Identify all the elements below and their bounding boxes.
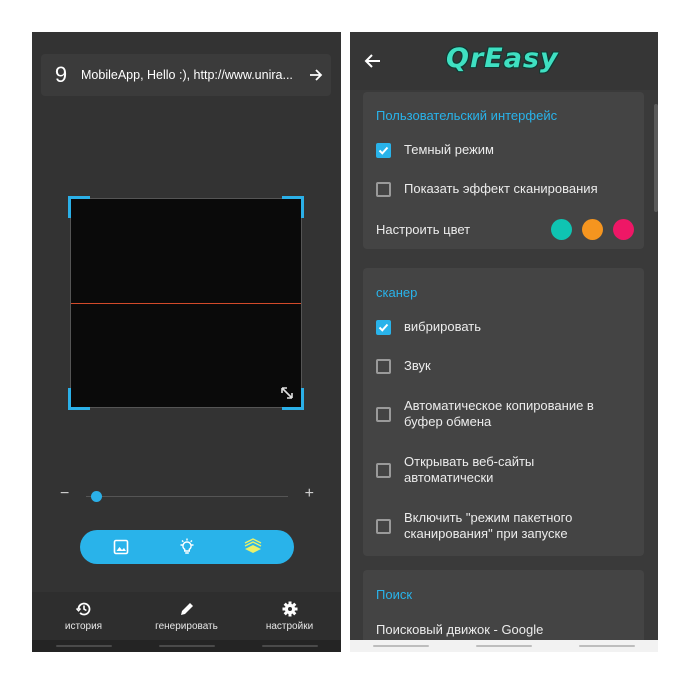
zoom-thumb[interactable] — [91, 491, 103, 502]
zoom-out-button[interactable]: − — [60, 485, 69, 503]
gesture-bar — [350, 640, 658, 652]
viewfinder-corner — [282, 196, 304, 218]
camera-viewfinder[interactable] — [68, 196, 304, 410]
gear-icon — [281, 600, 299, 618]
setting-color: Настроить цвет — [376, 219, 634, 240]
setting-label: вибрировать — [404, 319, 481, 334]
checkbox[interactable] — [376, 406, 391, 422]
zoom-slider[interactable]: − + — [58, 485, 316, 504]
color-swatch-pink[interactable] — [613, 219, 634, 240]
setting-open-sites[interactable]: Открывать веб-сайты автоматически — [376, 454, 634, 486]
nav-history[interactable]: история — [32, 592, 135, 640]
checkbox[interactable] — [376, 319, 391, 335]
section-title: Пользовательский интерфейс — [376, 108, 558, 123]
section-title: сканер — [376, 285, 418, 300]
nav-settings[interactable]: настройки — [238, 592, 341, 640]
pencil-icon — [178, 600, 196, 618]
setting-scan-effect[interactable]: Показать эффект сканирования — [376, 181, 634, 197]
viewfinder-corner — [68, 196, 90, 218]
setting-label: Звук — [404, 358, 431, 373]
setting-label: Темный режим — [404, 142, 494, 157]
color-swatches — [551, 219, 634, 240]
setting-auto-copy[interactable]: Автоматическое копирование в буфер обмен… — [376, 398, 634, 430]
setting-batch-mode[interactable]: Включить "режим пакетного сканирования" … — [376, 510, 634, 542]
checkbox[interactable] — [376, 462, 391, 478]
section-user-interface: Пользовательский интерфейс Темный режим … — [363, 92, 644, 249]
nav-label: настройки — [265, 621, 314, 632]
setting-vibrate[interactable]: вибрировать — [376, 319, 634, 335]
gallery-icon[interactable] — [107, 533, 135, 561]
settings-screen: QrEasy Пользовательский интерфейс Темный… — [350, 32, 658, 652]
nav-label: генерировать — [155, 621, 218, 632]
viewfinder-corner — [68, 388, 90, 410]
scrollbar[interactable] — [654, 104, 658, 212]
flashlight-icon[interactable] — [173, 533, 201, 561]
zoom-track[interactable] — [86, 496, 288, 497]
setting-label: Автоматическое копирование в буфер обмен… — [404, 398, 594, 429]
scanner-screen: 9 MobileApp, Hello :), http://www.unira.… — [32, 32, 341, 652]
batch-scan-icon[interactable] — [239, 533, 267, 561]
setting-search-engine[interactable]: Поисковый движок - Google — [376, 622, 634, 638]
setting-dark-mode[interactable]: Темный режим — [376, 142, 634, 158]
scan-actions — [80, 530, 294, 564]
zoom-in-button[interactable]: + — [305, 485, 314, 503]
setting-label: Включить "режим пакетного сканирования" … — [404, 510, 573, 541]
arrow-right-icon[interactable] — [301, 60, 331, 90]
history-text: MobileApp, Hello :), http://www.unira... — [81, 68, 293, 82]
app-header: QrEasy — [350, 32, 658, 90]
resize-icon[interactable] — [279, 385, 295, 401]
setting-label: Показать эффект сканирования — [404, 181, 598, 196]
app-logo: QrEasy — [446, 43, 559, 74]
bottom-navigation: история генерировать настройки — [32, 592, 341, 640]
setting-sound[interactable]: Звук — [376, 358, 634, 374]
history-icon — [75, 600, 93, 618]
checkbox[interactable] — [376, 142, 391, 158]
nav-label: история — [64, 621, 103, 632]
section-title: Поиск — [376, 587, 413, 602]
checkbox[interactable] — [376, 181, 391, 197]
scan-line — [71, 303, 301, 304]
gesture-bar — [32, 640, 341, 652]
checkbox[interactable] — [376, 358, 391, 374]
checkbox[interactable] — [376, 518, 391, 534]
back-arrow-icon[interactable] — [362, 50, 384, 72]
color-swatch-teal[interactable] — [551, 219, 572, 240]
setting-label: Настроить цвет — [376, 221, 471, 237]
history-bar[interactable]: 9 MobileApp, Hello :), http://www.unira.… — [41, 54, 331, 96]
setting-label: Открывать веб-сайты автоматически — [404, 454, 535, 485]
setting-label: Поисковый движок - Google — [376, 622, 544, 637]
history-count: 9 — [54, 62, 68, 87]
nav-generate[interactable]: генерировать — [135, 592, 238, 640]
section-scanner: сканер вибрировать Звук Автоматическое к… — [363, 268, 644, 556]
color-swatch-orange[interactable] — [582, 219, 603, 240]
